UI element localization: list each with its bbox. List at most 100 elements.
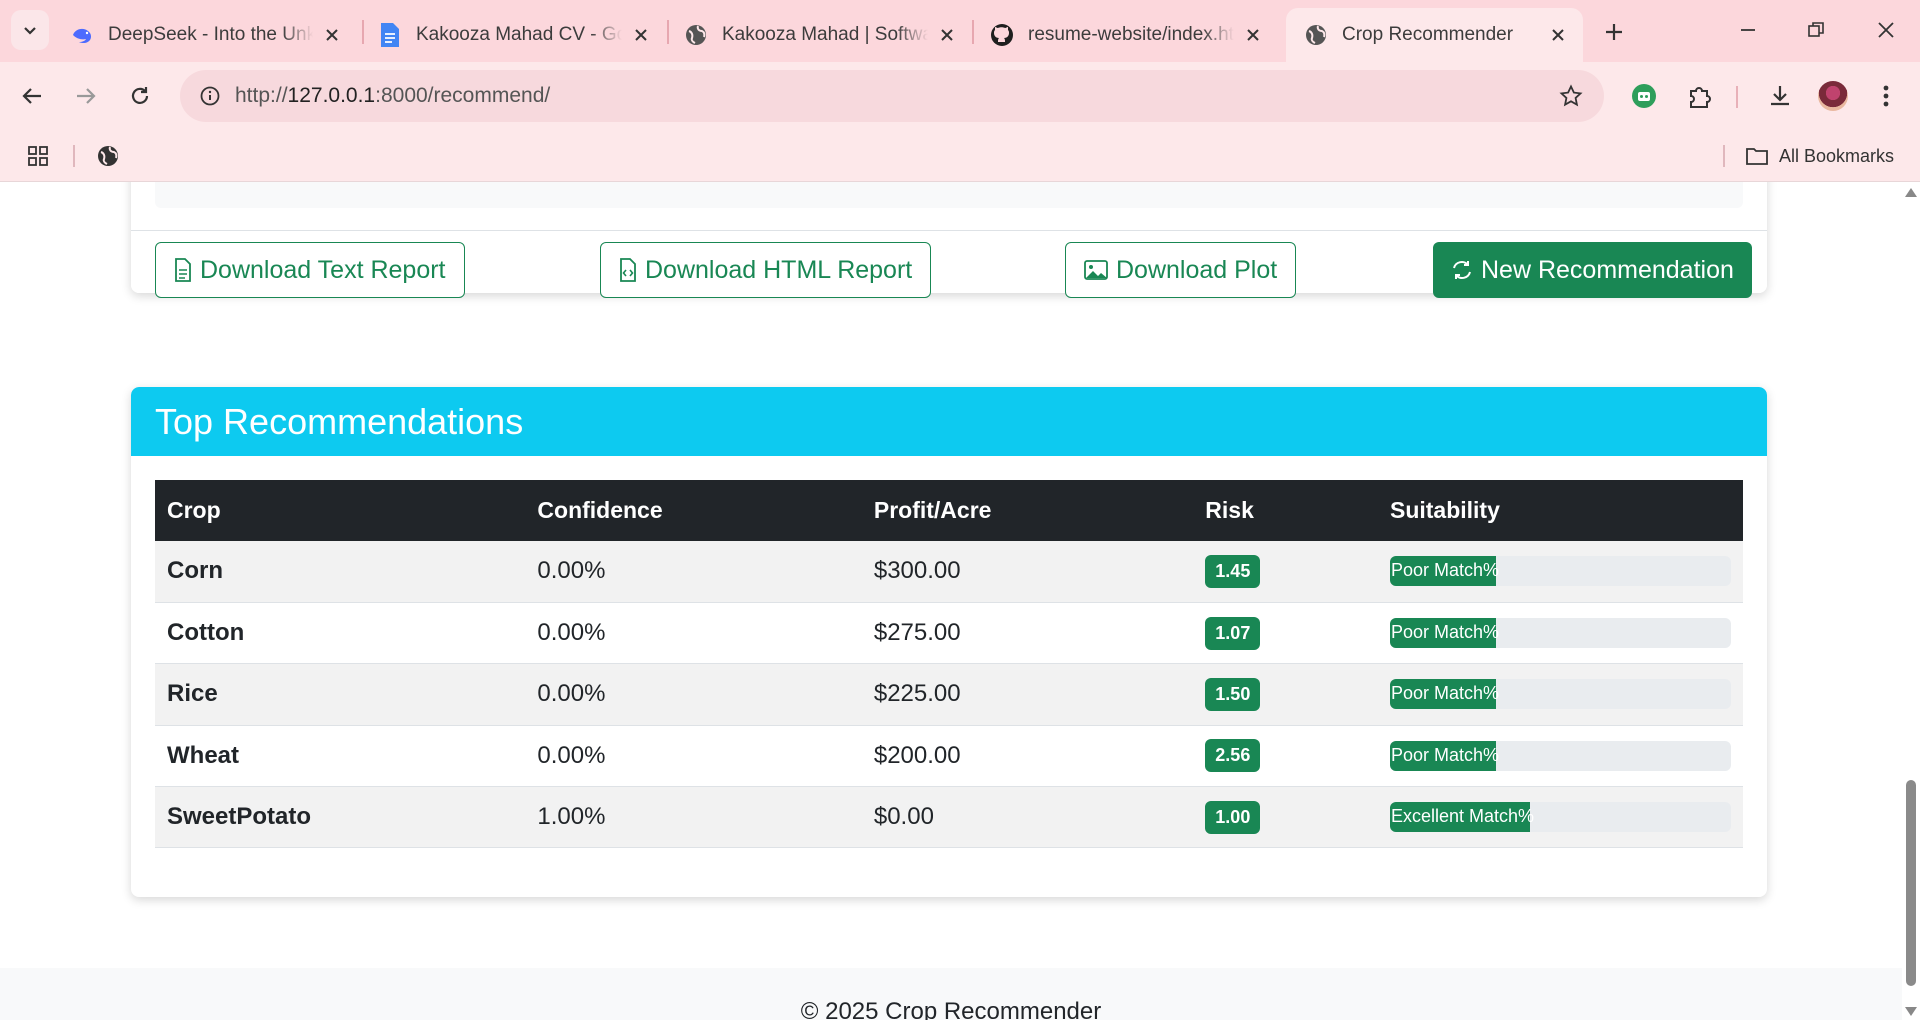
top-recommendations-header: Top Recommendations [131,387,1767,456]
tab-github[interactable]: resume-website/index.html [972,8,1278,62]
forward-button[interactable] [66,76,106,116]
close-icon [1878,22,1894,38]
suitability-cell: Poor Match% [1377,541,1743,603]
close-tab-icon[interactable] [1547,24,1569,46]
table-header-row: Crop Confidence Profit/Acre Risk Suitabi… [155,480,1743,541]
tab-search-button[interactable] [11,10,49,50]
google-docs-icon [378,23,402,47]
download-icon[interactable] [1760,76,1800,116]
results-content-area [155,182,1743,208]
download-plot-label: Download Plot [1116,255,1278,284]
risk-cell: 1.45 [1193,541,1378,603]
download-text-report-label: Download Text Report [200,255,446,284]
extension-robot-icon[interactable] [1624,76,1664,116]
top-recommendations-card: Top Recommendations Crop Confidence Prof… [131,387,1767,897]
url-text: http://127.0.0.1:8000/recommend/ [235,84,550,108]
restore-button[interactable] [1792,10,1840,50]
page-viewport[interactable]: Download Text Report Download HTML Repor… [0,182,1920,1020]
close-tab-icon[interactable] [936,24,958,46]
tab-title: resume-website/index.html [1028,24,1234,45]
reload-button[interactable] [120,76,160,116]
new-recommendation-button[interactable]: New Recommendation [1433,242,1752,298]
page-footer: © 2025 Crop Recommender [0,968,1902,1020]
tab-google-docs[interactable]: Kakooza Mahad CV - Google Docs [360,8,666,62]
profit-value: $275.00 [861,602,1194,665]
suitability-progress: Poor Match% [1389,740,1731,771]
table-row: Wheat 0.00% $200.00 2.56 Poor Match% [155,725,1743,788]
globe-icon [1304,23,1328,47]
new-recommendation-label: New Recommendation [1481,255,1734,284]
profit-value: $300.00 [861,541,1194,603]
confidence-value: 0.00% [525,725,862,788]
tab-deepseek[interactable]: DeepSeek - Into the Unknown [52,8,357,62]
apps-grid-icon[interactable] [20,138,56,174]
suitability-cell: Excellent Match% [1377,786,1743,849]
refresh-icon [1453,261,1471,279]
tab-title: Crop Recommender [1342,24,1514,45]
column-header-risk: Risk [1193,480,1378,541]
risk-cell: 1.50 [1193,663,1378,726]
close-tab-icon[interactable] [630,24,652,46]
profile-avatar[interactable] [1813,76,1853,116]
close-tab-icon[interactable] [321,24,343,46]
suitability-progress: Poor Match% [1389,679,1731,710]
address-bar[interactable]: http://127.0.0.1:8000/recommend/ [180,70,1604,122]
folder-icon [1746,148,1768,165]
risk-badge: 1.45 [1205,554,1261,588]
risk-badge: 1.50 [1205,677,1261,711]
suitability-cell: Poor Match% [1377,725,1743,788]
suitability-bar: Excellent Match% [1389,802,1534,833]
file-code-icon [620,258,636,282]
scroll-down-arrow-icon[interactable] [1905,1007,1917,1016]
reload-icon [131,87,149,104]
suitability-bar: Poor Match% [1389,556,1499,587]
page-scrollbar[interactable] [1902,182,1920,1020]
footer-copyright: © 2025 Crop Recommender [800,998,1102,1020]
suitability-bar: Poor Match% [1389,618,1499,649]
download-plot-button[interactable]: Download Plot [1065,242,1297,298]
scroll-up-arrow-icon[interactable] [1905,188,1917,197]
restore-icon [1808,22,1824,37]
all-bookmarks-button[interactable]: All Bookmarks [1745,138,1894,174]
suitability-cell: Poor Match% [1377,602,1743,665]
profit-value: $200.00 [861,725,1194,788]
file-text-icon [175,258,191,282]
chevron-down-icon [24,27,36,35]
arrow-right-icon [77,88,96,104]
bookmark-star-icon[interactable] [1554,79,1588,113]
suitability-progress: Poor Match% [1389,556,1731,587]
site-info-icon[interactable] [192,78,228,114]
download-text-report-button[interactable]: Download Text Report [155,242,465,298]
avatar [1818,81,1848,111]
close-window-button[interactable] [1862,10,1910,50]
more-vertical-icon [1883,85,1889,107]
profit-value: $225.00 [861,663,1194,726]
table-row: SweetPotato 1.00% $0.00 1.00 Excellent M… [155,786,1743,849]
close-tab-icon[interactable] [1242,24,1264,46]
back-button[interactable] [12,76,52,116]
url-host: 127.0.0.1 [287,84,376,107]
tab-portfolio[interactable]: Kakooza Mahad | Software Engineer [666,8,972,62]
bookmark-globe-icon[interactable] [90,138,126,174]
minimize-button[interactable] [1724,10,1772,50]
browser-toolbar: http://127.0.0.1:8000/recommend/ [0,62,1920,130]
extensions-puzzle-icon[interactable] [1680,76,1720,116]
globe-icon [684,23,708,47]
browser-menu-button[interactable] [1866,76,1906,116]
tab-title: DeepSeek - Into the Unknown [108,24,313,45]
risk-cell: 1.00 [1193,786,1378,849]
suitability-bar: Poor Match% [1389,679,1499,710]
results-card: Download Text Report Download HTML Repor… [131,182,1767,298]
new-tab-button[interactable] [1596,14,1632,50]
crop-name: Corn [155,541,526,603]
download-html-report-button[interactable]: Download HTML Report [600,242,932,298]
bookmark-divider [73,145,75,167]
tab-crop-recommender[interactable]: Crop Recommender [1286,8,1583,62]
risk-badge: 2.56 [1205,739,1261,773]
crop-name: Wheat [155,725,526,788]
confidence-value: 0.00% [525,663,862,726]
bookmark-divider [1723,145,1725,167]
results-card-footer: Download Text Report Download HTML Repor… [131,230,1767,298]
scrollbar-thumb[interactable] [1906,780,1916,986]
table-row: Cotton 0.00% $275.00 1.07 Poor Match% [155,602,1743,665]
